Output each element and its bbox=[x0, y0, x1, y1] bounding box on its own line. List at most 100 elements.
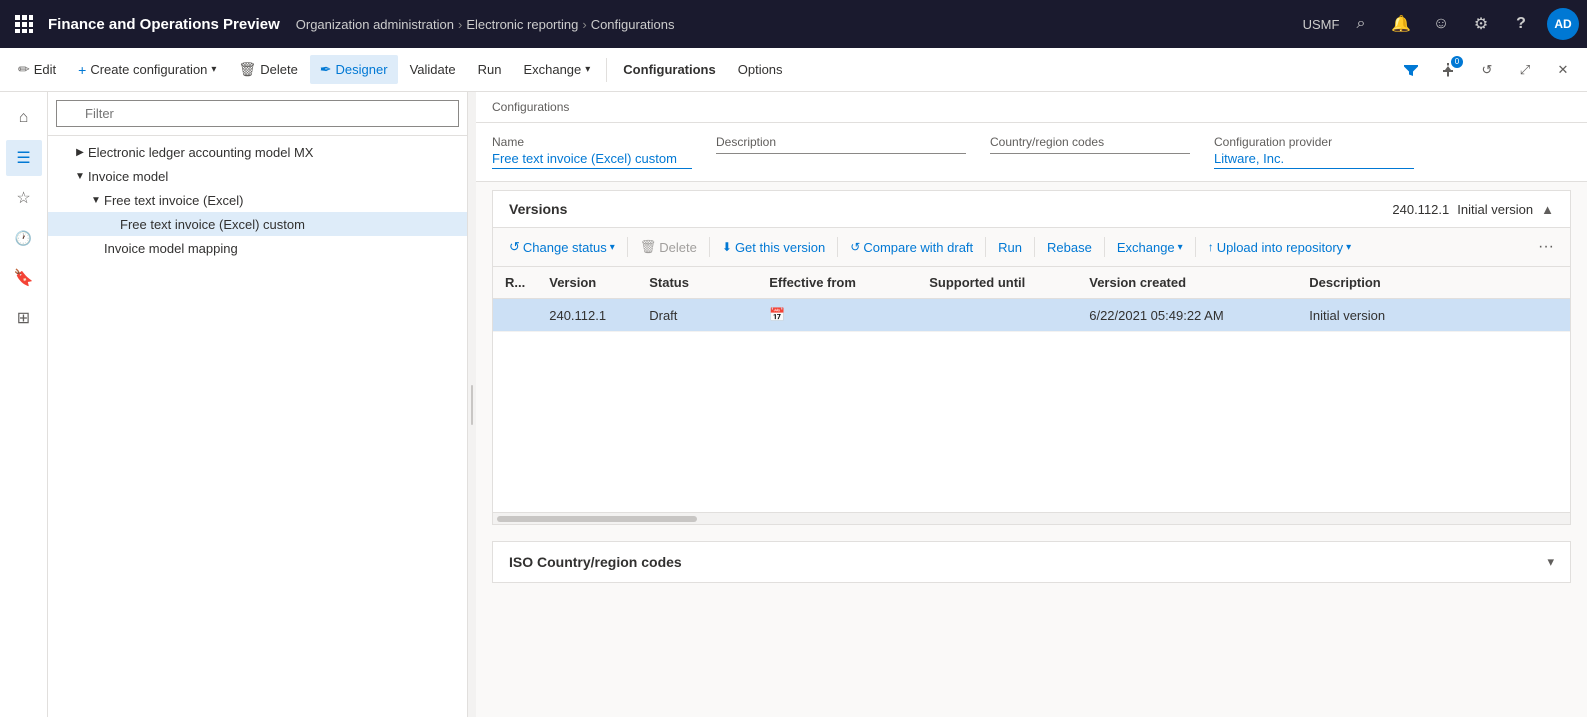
col-header-version[interactable]: Version bbox=[537, 267, 637, 299]
compare-with-draft-btn[interactable]: ↺ Compare with draft bbox=[842, 236, 981, 259]
filter-input[interactable] bbox=[56, 100, 459, 127]
bell-icon[interactable]: 🔔 bbox=[1387, 10, 1415, 38]
scrollbar-thumb[interactable] bbox=[497, 516, 697, 522]
ver-sep-4 bbox=[985, 237, 986, 257]
smiley-icon[interactable]: ☺ bbox=[1427, 10, 1455, 38]
tree-item-invoice-mapping[interactable]: Invoice model mapping bbox=[48, 236, 467, 260]
rebase-btn[interactable]: Rebase bbox=[1039, 236, 1100, 259]
breadcrumb-er[interactable]: Electronic reporting bbox=[466, 17, 578, 32]
tree-item-electronic-ledger[interactable]: ▶ Electronic ledger accounting model MX bbox=[48, 140, 467, 164]
edit-button[interactable]: ✏ Edit bbox=[8, 55, 66, 84]
ver-sep-2 bbox=[709, 237, 710, 257]
tree-toggle-free-text[interactable]: ▼ bbox=[88, 192, 104, 208]
expand-icon-btn[interactable]: ⤢ bbox=[1509, 54, 1541, 86]
cell-created: 6/22/2021 05:49:22 AM bbox=[1077, 299, 1297, 332]
validate-button[interactable]: Validate bbox=[400, 56, 466, 83]
content-area: Configurations Name Free text invoice (E… bbox=[476, 92, 1587, 717]
left-nav: ⌂ ☰ ☆ 🕐 🔖 ⊞ bbox=[0, 92, 48, 717]
delete-button[interactable]: 🗑 Delete bbox=[228, 55, 307, 84]
plus-icon: + bbox=[78, 62, 86, 78]
cell-r bbox=[493, 299, 537, 332]
tree-label-custom: Free text invoice (Excel) custom bbox=[120, 217, 305, 232]
country-value[interactable] bbox=[990, 151, 1190, 154]
iso-header[interactable]: ISO Country/region codes ▾ bbox=[493, 542, 1570, 582]
country-label: Country/region codes bbox=[990, 135, 1190, 149]
ver-run-btn[interactable]: Run bbox=[990, 236, 1030, 259]
tree-toggle-mapping bbox=[88, 240, 104, 256]
cell-supported bbox=[917, 299, 1077, 332]
tree-label-ledger: Electronic ledger accounting model MX bbox=[88, 145, 313, 160]
ver-sep-3 bbox=[837, 237, 838, 257]
breadcrumb-org[interactable]: Organization administration bbox=[296, 17, 454, 32]
refresh-icon-ver: ↺ bbox=[509, 239, 520, 255]
ver-exchange-btn[interactable]: Exchange ▾ bbox=[1109, 236, 1191, 259]
ver-sep-7 bbox=[1195, 237, 1196, 257]
waffle-menu[interactable] bbox=[8, 8, 40, 40]
tree-container: ▶ Electronic ledger accounting model MX … bbox=[48, 136, 467, 717]
content-breadcrumb: Configurations bbox=[476, 92, 1587, 123]
cell-version: 240.112.1 bbox=[537, 299, 637, 332]
splitter[interactable] bbox=[468, 92, 476, 717]
tree-toggle-invoice[interactable]: ▼ bbox=[72, 168, 88, 184]
edit-icon: ✏ bbox=[18, 61, 30, 78]
home-icon-nav[interactable]: ⌂ bbox=[6, 100, 42, 136]
col-header-desc[interactable]: Description bbox=[1297, 267, 1570, 299]
collapse-versions-btn[interactable]: ▲ bbox=[1541, 202, 1554, 217]
search-icon-topbar[interactable]: ⌕ bbox=[1347, 10, 1375, 38]
upload-repository-btn[interactable]: ↑ Upload into repository ▾ bbox=[1200, 236, 1360, 259]
col-header-created[interactable]: Version created bbox=[1077, 267, 1297, 299]
name-label: Name bbox=[492, 135, 692, 149]
configurations-button[interactable]: Configurations bbox=[613, 56, 725, 83]
version-tag: Initial version bbox=[1457, 202, 1533, 217]
ver-delete-btn[interactable]: 🗑 Delete bbox=[632, 235, 705, 259]
more-options-btn[interactable]: ··· bbox=[1530, 234, 1562, 260]
versions-section-header: Versions 240.112.1 Initial version ▲ bbox=[493, 191, 1570, 228]
recent-icon-nav[interactable]: 🕐 bbox=[6, 220, 42, 256]
filter-icon-btn[interactable] bbox=[1395, 54, 1427, 86]
bookmark-icon-nav[interactable]: 🔖 bbox=[6, 260, 42, 296]
breadcrumb-config[interactable]: Configurations bbox=[591, 17, 675, 32]
exchange-button[interactable]: Exchange ▾ bbox=[513, 56, 600, 83]
col-header-r: R... bbox=[493, 267, 537, 299]
tree-label-mapping: Invoice model mapping bbox=[104, 241, 238, 256]
close-icon-btn[interactable]: ✕ bbox=[1547, 54, 1579, 86]
provider-field: Configuration provider Litware, Inc. bbox=[1214, 135, 1414, 169]
cell-effective: 📅 bbox=[757, 299, 917, 332]
list-icon-nav[interactable]: ☰ bbox=[6, 140, 42, 176]
tree-label-invoice: Invoice model bbox=[88, 169, 168, 184]
options-button[interactable]: Options bbox=[728, 56, 793, 83]
cell-status: Draft bbox=[637, 299, 757, 332]
get-this-version-btn[interactable]: ⬇ Get this version bbox=[714, 236, 833, 259]
refresh-icon-btn[interactable]: ↺ bbox=[1471, 54, 1503, 86]
pinned-icon-btn[interactable]: 0 bbox=[1433, 54, 1465, 86]
upload-icon: ↑ bbox=[1208, 240, 1214, 254]
calendar-icon-effective[interactable]: 📅 bbox=[769, 307, 785, 322]
name-value[interactable]: Free text invoice (Excel) custom bbox=[492, 151, 692, 169]
versions-title: Versions bbox=[509, 201, 1392, 217]
provider-label: Configuration provider bbox=[1214, 135, 1414, 149]
table-row[interactable]: 240.112.1 Draft 📅 6/22/2021 05:49:22 AM … bbox=[493, 299, 1570, 332]
tree-item-free-text-custom[interactable]: Free text invoice (Excel) custom bbox=[48, 212, 467, 236]
help-icon[interactable]: ? bbox=[1507, 10, 1535, 38]
provider-value[interactable]: Litware, Inc. bbox=[1214, 151, 1414, 169]
tree-toggle-ledger[interactable]: ▶ bbox=[72, 144, 88, 160]
run-button[interactable]: Run bbox=[468, 56, 512, 83]
star-icon-nav[interactable]: ☆ bbox=[6, 180, 42, 216]
get-icon: ⬇ bbox=[722, 240, 732, 254]
upload-chevron: ▾ bbox=[1346, 242, 1351, 253]
versions-header-row: R... Version Status Effective from Suppo… bbox=[493, 267, 1570, 299]
col-header-supported[interactable]: Supported until bbox=[917, 267, 1077, 299]
designer-button[interactable]: ✒ Designer bbox=[310, 55, 398, 84]
top-bar-right: USMF ⌕ 🔔 ☺ ⚙ ? AD bbox=[1307, 8, 1579, 40]
action-bar: ✏ Edit + Create configuration ▾ 🗑 Delete… bbox=[0, 48, 1587, 92]
avatar[interactable]: AD bbox=[1547, 8, 1579, 40]
create-configuration-button[interactable]: + Create configuration ▾ bbox=[68, 56, 226, 84]
tree-item-invoice-model[interactable]: ▼ Invoice model bbox=[48, 164, 467, 188]
description-value[interactable] bbox=[716, 151, 966, 154]
grid-icon-nav[interactable]: ⊞ bbox=[6, 300, 42, 336]
gear-icon-topbar[interactable]: ⚙ bbox=[1467, 10, 1495, 38]
col-header-effective[interactable]: Effective from bbox=[757, 267, 917, 299]
col-header-status[interactable]: Status bbox=[637, 267, 757, 299]
tree-item-free-text[interactable]: ▼ Free text invoice (Excel) bbox=[48, 188, 467, 212]
change-status-btn[interactable]: ↺ Change status ▾ bbox=[501, 235, 623, 259]
